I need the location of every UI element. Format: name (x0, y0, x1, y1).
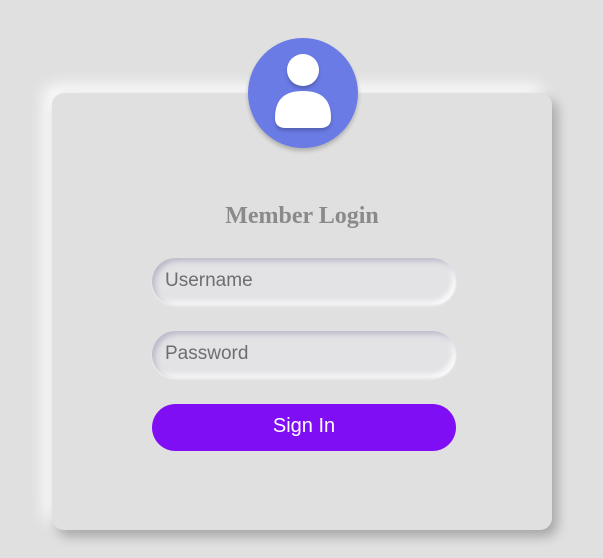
password-input[interactable] (152, 331, 456, 378)
sign-in-button[interactable]: Sign In (152, 404, 456, 451)
page-title: Member Login (225, 203, 379, 229)
user-icon (275, 54, 331, 128)
username-field-wrapper (152, 258, 456, 305)
password-field-wrapper (152, 331, 456, 378)
login-card (52, 93, 552, 530)
username-input[interactable] (152, 258, 456, 305)
avatar (248, 38, 358, 148)
